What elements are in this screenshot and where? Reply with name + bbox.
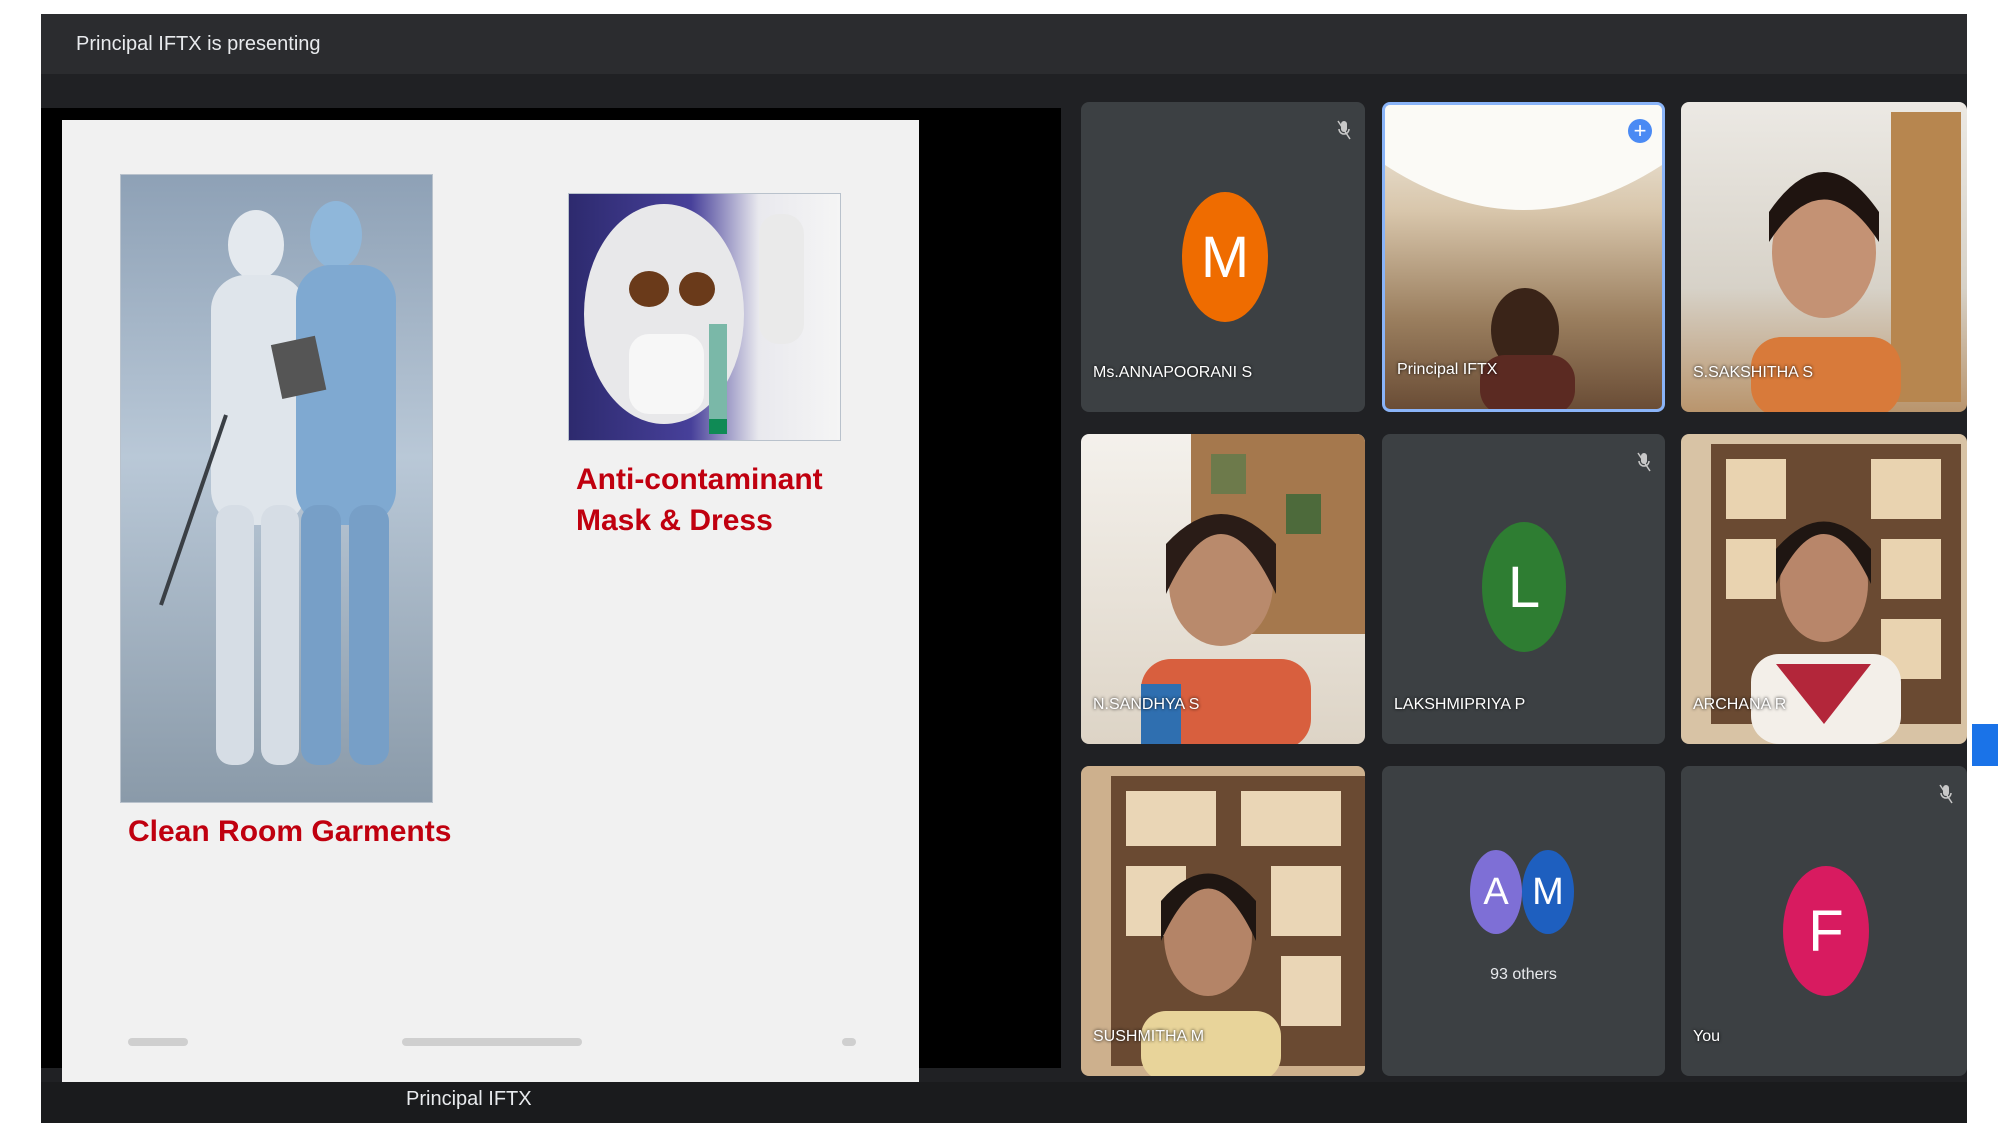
- participant-tile[interactable]: N.SANDHYA S: [1081, 434, 1365, 744]
- participant-tile[interactable]: ARCHANA R: [1681, 434, 1967, 744]
- side-panel-tab[interactable]: [1972, 724, 1998, 766]
- slide-caption-mask: Anti-contaminant Mask & Dress: [576, 460, 823, 541]
- mic-muted-icon: [1637, 452, 1651, 472]
- presentation-slide: Clean Room Garments Anti-contaminant Mas…: [62, 120, 919, 1082]
- slide-footer-date: [128, 1038, 188, 1046]
- participant-tile[interactable]: L LAKSHMIPRIYA P: [1382, 434, 1665, 744]
- avatar: F: [1783, 866, 1869, 996]
- avatar-letter: L: [1507, 554, 1541, 620]
- avatar: A: [1470, 850, 1522, 934]
- pin-icon[interactable]: +: [1628, 119, 1652, 143]
- participant-tile-pinned[interactable]: + Principal IFTX: [1382, 102, 1665, 412]
- meeting-window: Principal IFTX is presenting Clean Room …: [41, 14, 1967, 1123]
- participant-name: N.SANDHYA S: [1093, 696, 1200, 713]
- participant-name: Ms.ANNAPOORANI S: [1093, 364, 1253, 381]
- participant-name: ARCHANA R: [1693, 696, 1787, 713]
- participant-tile-others[interactable]: A M 93 others: [1382, 766, 1665, 1076]
- presenter-name: Principal IFTX: [406, 1088, 532, 1110]
- bottom-bar: Principal IFTX: [41, 1082, 1967, 1123]
- slide-footer-page: [842, 1038, 856, 1046]
- participant-name: LAKSHMIPRIYA P: [1394, 696, 1526, 713]
- participant-name: S.SAKSHITHA S: [1693, 364, 1814, 381]
- avatar-letter: F: [1808, 898, 1844, 964]
- avatar: L: [1482, 522, 1566, 652]
- slide-footer-email: [402, 1038, 582, 1046]
- avatar-letter: M: [1200, 224, 1250, 290]
- participant-tile[interactable]: M Ms.ANNAPOORANI S: [1081, 102, 1365, 412]
- avatar: M: [1522, 850, 1574, 934]
- others-count-label: 93 others: [1490, 966, 1557, 983]
- participant-name: You: [1693, 1028, 1720, 1045]
- anti-contaminant-mask-image: [568, 193, 841, 441]
- clean-room-garments-image: [120, 174, 433, 803]
- participant-tile-self[interactable]: F You: [1681, 766, 1967, 1076]
- slide-caption-mask-line2: Mask & Dress: [576, 503, 773, 537]
- mic-muted-icon: [1939, 784, 1953, 804]
- avatar: M: [1182, 192, 1268, 322]
- participant-tile[interactable]: S.SAKSHITHA S: [1681, 102, 1967, 412]
- participant-tile[interactable]: SUSHMITHA M: [1081, 766, 1365, 1076]
- presentation-stage[interactable]: Clean Room Garments Anti-contaminant Mas…: [41, 108, 1061, 1082]
- participant-name: Principal IFTX: [1397, 361, 1498, 378]
- avatar-letter: M: [1532, 870, 1564, 913]
- presenting-banner: Principal IFTX is presenting: [41, 14, 1967, 74]
- participant-name: SUSHMITHA M: [1093, 1028, 1205, 1045]
- mic-muted-icon: [1337, 120, 1351, 140]
- presenting-label: Principal IFTX is presenting: [76, 32, 321, 55]
- slide-caption-garments: Clean Room Garments: [128, 815, 452, 848]
- avatar-letter: A: [1483, 870, 1509, 913]
- slide-caption-mask-line1: Anti-contaminant: [576, 463, 823, 496]
